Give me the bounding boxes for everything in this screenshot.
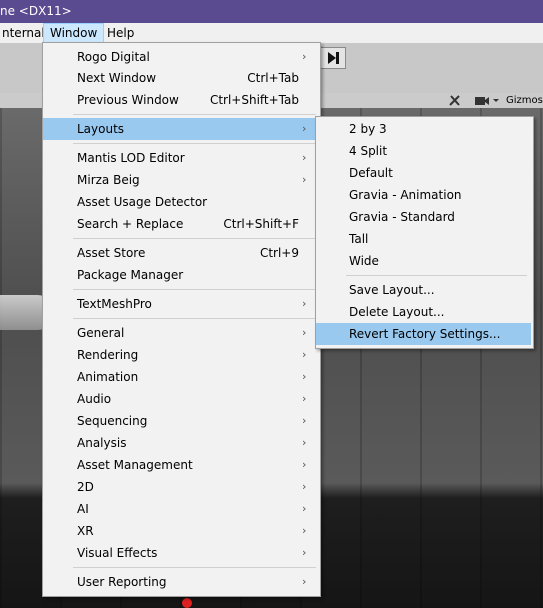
title-bar: ne <DX11> bbox=[0, 0, 543, 23]
menu-help[interactable]: Help bbox=[101, 23, 140, 43]
layout-item-gravia-standard[interactable]: Gravia - Standard bbox=[316, 206, 531, 228]
layout-item-4-split[interactable]: 4 Split bbox=[316, 140, 531, 162]
menu-item-visual-effects[interactable]: Visual Effects › bbox=[43, 542, 318, 564]
menu-item-rogo-digital[interactable]: Rogo Digital › bbox=[43, 46, 318, 68]
delete-layout-item[interactable]: Delete Layout... bbox=[316, 301, 531, 323]
tools-icon[interactable] bbox=[447, 93, 463, 108]
gizmos-button[interactable]: Gizmos bbox=[506, 93, 543, 108]
menu-item-user-reporting[interactable]: User Reporting › bbox=[43, 571, 318, 593]
menu-item-asset-management[interactable]: Asset Management › bbox=[43, 454, 318, 476]
submenu-arrow-icon: › bbox=[302, 414, 307, 427]
submenu-arrow-icon: › bbox=[302, 480, 307, 493]
step-button[interactable] bbox=[320, 47, 346, 69]
dropdown-arrow-icon[interactable] bbox=[492, 93, 500, 108]
menu-separator bbox=[73, 114, 316, 115]
menu-item-audio[interactable]: Audio › bbox=[43, 388, 318, 410]
layout-item-wide[interactable]: Wide bbox=[316, 250, 531, 272]
camera-icon[interactable] bbox=[474, 93, 490, 108]
menu-item-previous-window[interactable]: Previous Window Ctrl+Shift+Tab bbox=[43, 89, 318, 111]
submenu-arrow-icon: › bbox=[302, 297, 307, 310]
submenu-arrow-icon: › bbox=[302, 122, 307, 135]
menu-item-xr[interactable]: XR › bbox=[43, 520, 318, 542]
menu-item-animation[interactable]: Animation › bbox=[43, 366, 318, 388]
menu-window[interactable]: Window bbox=[43, 23, 105, 43]
submenu-arrow-icon: › bbox=[302, 502, 307, 515]
menu-separator bbox=[73, 143, 316, 144]
save-layout-item[interactable]: Save Layout... bbox=[316, 279, 531, 301]
submenu-arrow-icon: › bbox=[302, 546, 307, 559]
menu-item-sequencing[interactable]: Sequencing › bbox=[43, 410, 318, 432]
menu-item-analysis[interactable]: Analysis › bbox=[43, 432, 318, 454]
layout-item-gravia-animation[interactable]: Gravia - Animation bbox=[316, 184, 531, 206]
submenu-arrow-icon: › bbox=[302, 436, 307, 449]
menu-item-mantis-lod-editor[interactable]: Mantis LOD Editor › bbox=[43, 147, 318, 169]
submenu-arrow-icon: › bbox=[302, 524, 307, 537]
layout-item-2-by-3[interactable]: 2 by 3 bbox=[316, 118, 531, 140]
submenu-arrow-icon: › bbox=[302, 50, 307, 63]
menu-separator bbox=[73, 289, 316, 290]
submenu-arrow-icon: › bbox=[302, 348, 307, 361]
shortcut: Ctrl+Tab bbox=[247, 71, 299, 85]
layout-item-tall[interactable]: Tall bbox=[316, 228, 531, 250]
window-title: ne <DX11> bbox=[0, 4, 72, 18]
submenu-arrow-icon: › bbox=[302, 392, 307, 405]
menu-item-next-window[interactable]: Next Window Ctrl+Tab bbox=[43, 67, 318, 89]
layout-item-default[interactable]: Default bbox=[316, 162, 531, 184]
menu-item-package-manager[interactable]: Package Manager bbox=[43, 264, 318, 286]
menu-item-ai[interactable]: AI › bbox=[43, 498, 318, 520]
shortcut: Ctrl+Shift+Tab bbox=[209, 93, 299, 107]
revert-factory-settings-item[interactable]: Revert Factory Settings... bbox=[316, 323, 531, 345]
menu-item-rendering[interactable]: Rendering › bbox=[43, 344, 318, 366]
menu-item-textmeshpro[interactable]: TextMeshPro › bbox=[43, 293, 318, 315]
menu-item-asset-store[interactable]: Asset Store Ctrl+9 bbox=[43, 242, 318, 264]
shortcut: Ctrl+9 bbox=[259, 246, 299, 260]
submenu-arrow-icon: › bbox=[302, 458, 307, 471]
menu-item-mirza-beig[interactable]: Mirza Beig › bbox=[43, 169, 318, 191]
submenu-arrow-icon: › bbox=[302, 326, 307, 339]
menu-item-general[interactable]: General › bbox=[43, 322, 318, 344]
menu-separator bbox=[73, 567, 316, 568]
submenu-arrow-icon: › bbox=[302, 173, 307, 186]
submenu-arrow-icon: › bbox=[302, 575, 307, 588]
menu-item-asset-usage-detector[interactable]: Asset Usage Detector bbox=[43, 191, 318, 213]
submenu-arrow-icon: › bbox=[302, 151, 307, 164]
menu-item-search-replace[interactable]: Search + Replace Ctrl+Shift+F bbox=[43, 213, 318, 235]
scene-marker bbox=[182, 598, 192, 608]
window-menu: Rogo Digital › Next Window Ctrl+Tab Prev… bbox=[42, 42, 321, 597]
layouts-submenu: 2 by 3 4 Split Default Gravia - Animatio… bbox=[315, 116, 534, 349]
step-icon bbox=[328, 52, 339, 64]
shortcut: Ctrl+Shift+F bbox=[223, 217, 299, 231]
menu-item-2d[interactable]: 2D › bbox=[43, 476, 318, 498]
menu-separator bbox=[73, 318, 316, 319]
menu-item-layouts[interactable]: Layouts › bbox=[43, 118, 318, 140]
submenu-arrow-icon: › bbox=[302, 370, 307, 383]
menu-separator bbox=[73, 238, 316, 239]
menu-bar: nternal Window Help bbox=[0, 23, 543, 44]
menu-separator bbox=[346, 275, 527, 276]
